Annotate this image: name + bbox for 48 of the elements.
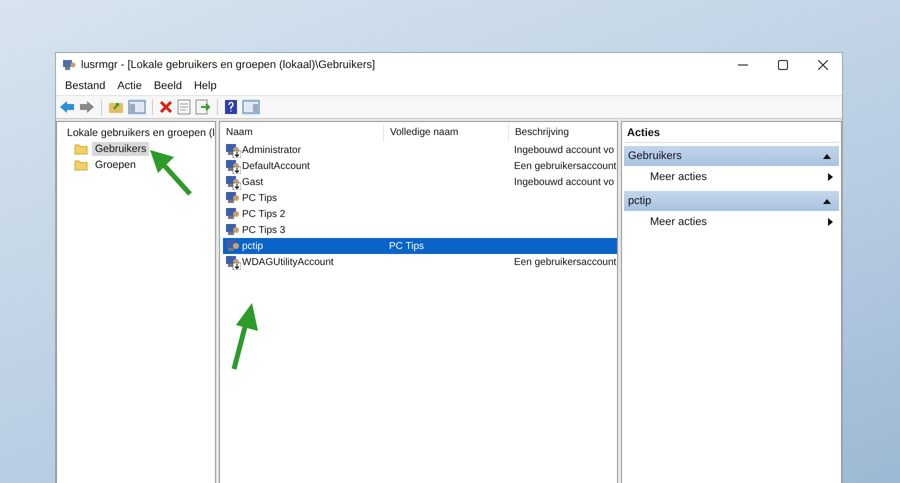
action-group-header[interactable]: Gebruikers bbox=[624, 146, 839, 166]
pane-title: Acties bbox=[624, 124, 839, 143]
tree-item[interactable]: Gebruikers bbox=[92, 142, 150, 156]
properties-icon[interactable] bbox=[177, 99, 191, 115]
submenu-arrow-icon bbox=[828, 173, 833, 181]
window-title: lusrmgr - [Lokale gebruikers en groepen (lokaal)\Gebruikers] bbox=[81, 58, 376, 70]
selected-row[interactable]: pctip PC Tips bbox=[223, 238, 617, 254]
table-cell: Ingebouwd account vo bbox=[514, 144, 614, 156]
table-cell: Ingebouwd account vo bbox=[514, 176, 614, 188]
table-row[interactable]: PC Tips bbox=[223, 190, 617, 206]
delete-icon[interactable] bbox=[159, 100, 173, 114]
table-row[interactable]: PC Tips 2 bbox=[223, 206, 617, 222]
table-cell: Een gebruikersaccount bbox=[514, 256, 616, 268]
folder-icon bbox=[74, 143, 88, 155]
computer-users-icon bbox=[62, 58, 76, 72]
table-cell: pctip bbox=[242, 240, 264, 252]
folder-icon bbox=[74, 159, 88, 171]
table-cell: DefaultAccount bbox=[242, 160, 310, 172]
column-header[interactable]: Volledige naam bbox=[384, 124, 509, 142]
table-cell: Administrator bbox=[242, 144, 301, 156]
table-cell: PC Tips 3 bbox=[242, 224, 286, 236]
table-cell: Een gebruikersaccount bbox=[514, 160, 616, 172]
tree-item[interactable]: Lokale gebruikers en groepen (l bbox=[64, 126, 218, 140]
table-cell: PC Tips 2 bbox=[242, 208, 286, 220]
maximize-icon[interactable] bbox=[778, 60, 788, 70]
action-item[interactable]: Meer acties bbox=[624, 211, 839, 233]
forward-arrow-icon[interactable] bbox=[79, 100, 95, 114]
menu-item[interactable]: Beeld bbox=[148, 80, 188, 92]
submenu-arrow-icon bbox=[828, 218, 833, 226]
pointer-arrow bbox=[148, 147, 194, 197]
pane-toggle-icon[interactable] bbox=[128, 99, 146, 115]
action-group-header[interactable]: pctip bbox=[624, 191, 839, 211]
export-icon[interactable] bbox=[195, 99, 211, 115]
back-arrow-icon[interactable] bbox=[59, 100, 75, 114]
menu-item[interactable]: Help bbox=[188, 80, 223, 92]
menu-item[interactable]: Actie bbox=[111, 80, 148, 92]
help-icon[interactable] bbox=[224, 99, 238, 115]
close-icon[interactable] bbox=[818, 60, 828, 70]
menu-item[interactable]: Bestand bbox=[59, 80, 112, 92]
table-cell: WDAGUtilityAccount bbox=[242, 256, 334, 268]
table-cell: PC Tips bbox=[242, 192, 278, 204]
table-cell: Gast bbox=[242, 176, 264, 188]
table-row[interactable]: PC Tips 3 bbox=[223, 222, 617, 238]
tree-item[interactable]: Groepen bbox=[92, 158, 139, 172]
action-item[interactable]: Meer acties bbox=[624, 166, 839, 188]
table-cell: PC Tips bbox=[389, 240, 424, 252]
column-header[interactable]: Naam bbox=[220, 124, 384, 142]
column-header[interactable]: Beschrijving bbox=[509, 124, 617, 142]
